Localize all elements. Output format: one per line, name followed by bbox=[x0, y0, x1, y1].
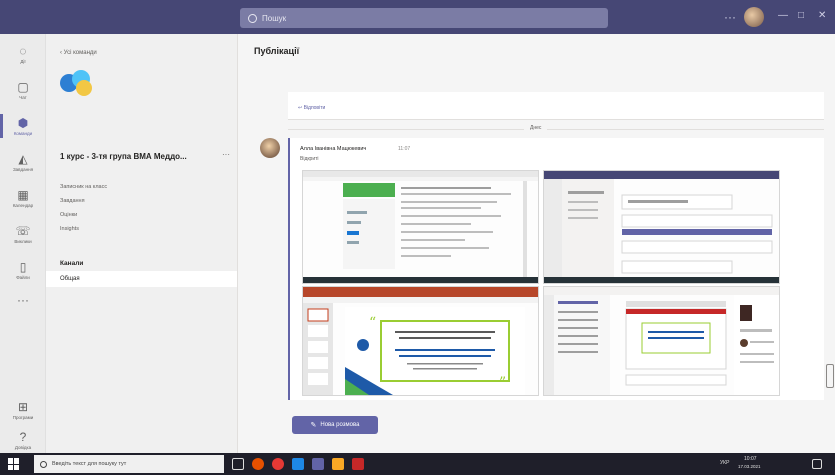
team-more-icon[interactable]: ··· bbox=[222, 150, 230, 159]
bell-icon: ◌ bbox=[19, 43, 27, 58]
scrollbar[interactable] bbox=[826, 364, 834, 388]
channel-label: Общая bbox=[60, 276, 80, 282]
screenshot-teams-preview bbox=[543, 286, 780, 396]
rail-label: Виклики bbox=[14, 238, 32, 244]
post-subtitle: Відкриті bbox=[300, 156, 319, 162]
notifications-icon[interactable] bbox=[812, 459, 822, 469]
screenshot-teams-assignment bbox=[543, 170, 780, 284]
previous-post: ↩ Відповіти bbox=[288, 92, 824, 120]
minimize-button[interactable]: — bbox=[778, 10, 788, 21]
nav-link-notebook[interactable]: Записник на класс bbox=[60, 184, 107, 190]
nav-link-insights[interactable]: Insights bbox=[60, 226, 79, 232]
opera-icon[interactable] bbox=[272, 458, 284, 470]
more-apps-icon: ··· bbox=[17, 293, 29, 307]
pencil-icon: ✎ bbox=[310, 422, 317, 429]
channel-item-general[interactable]: Общая bbox=[46, 271, 237, 287]
title-bar: Пошук ··· — □ ✕ bbox=[0, 0, 835, 34]
user-avatar[interactable] bbox=[744, 7, 764, 27]
screenshot-web-page bbox=[302, 170, 539, 284]
team-name[interactable]: 1 курс - 3-тя група ВМА Меддо... bbox=[60, 152, 230, 161]
post-time: 11:07 bbox=[398, 146, 411, 152]
tray-time[interactable]: 10:07 bbox=[744, 456, 757, 462]
svg-text:”: ” bbox=[499, 375, 506, 391]
windows-start-icon[interactable] bbox=[8, 458, 20, 470]
search-placeholder: Пошук bbox=[262, 13, 287, 23]
teams-taskbar-icon[interactable] bbox=[312, 458, 324, 470]
screenshot-collage[interactable]: “ ” bbox=[302, 170, 780, 396]
channels-header: Канали bbox=[60, 260, 84, 267]
tray-date[interactable]: 17.03.2021 bbox=[738, 464, 761, 469]
taskbar-search-placeholder: Введіть текст для пошуку тут bbox=[52, 461, 127, 467]
new-conversation-button[interactable]: ✎ Нова розмова bbox=[292, 416, 378, 434]
browser-icon[interactable] bbox=[252, 458, 264, 470]
team-logo bbox=[60, 70, 100, 98]
search-input[interactable]: Пошук bbox=[240, 8, 608, 28]
rail-item-more[interactable]: ··· bbox=[0, 282, 46, 318]
maximize-button[interactable]: □ bbox=[798, 10, 804, 21]
taskbar-search-input[interactable]: Введіть текст для пошуку тут bbox=[34, 455, 224, 473]
rail-item-activity[interactable]: ◌ Дії bbox=[0, 36, 46, 72]
assignments-icon: ◭ bbox=[18, 151, 28, 166]
apps-icon: ⊞ bbox=[17, 399, 29, 414]
calendar-icon: ▦ bbox=[17, 187, 29, 202]
back-to-teams-link[interactable]: ‹ Усі команди bbox=[60, 50, 97, 56]
rail-label: Файли bbox=[16, 274, 30, 280]
screenshot-presentation: “ ” bbox=[302, 286, 539, 396]
search-icon bbox=[248, 13, 257, 23]
rail-label: Календар bbox=[12, 202, 34, 208]
more-options-icon[interactable]: ··· bbox=[724, 10, 736, 24]
rail-item-teams[interactable]: ⬢ Команди bbox=[0, 108, 46, 144]
rail-label: Програми bbox=[12, 414, 34, 420]
search-icon bbox=[40, 460, 47, 468]
date-divider-label: Днес bbox=[524, 125, 548, 131]
phone-icon: ☏ bbox=[15, 223, 31, 238]
mail-icon[interactable] bbox=[292, 458, 304, 470]
powerpoint-icon[interactable] bbox=[352, 458, 364, 470]
nav-link-grades[interactable]: Оцінки bbox=[60, 212, 77, 218]
files-icon: ▯ bbox=[19, 259, 27, 274]
rail-item-chat[interactable]: ▢ Чат bbox=[0, 72, 46, 108]
main-pane: Публікації ↩ Відповіти Днес Алла Іванівн… bbox=[238, 34, 835, 453]
task-view-icon[interactable] bbox=[232, 458, 244, 470]
page-title: Публікації bbox=[254, 46, 300, 56]
rail-label: Дії bbox=[20, 58, 26, 64]
post-card: Алла Іванівна Мацюкевич 11:07 Відкриті “… bbox=[288, 138, 824, 400]
rail-item-calendar[interactable]: ▦ Календар bbox=[0, 180, 46, 216]
rail-label: Чат bbox=[19, 94, 27, 100]
teams-icon: ⬢ bbox=[17, 115, 29, 130]
nav-link-assignments[interactable]: Завдання bbox=[60, 198, 85, 204]
svg-text:“: “ bbox=[369, 315, 376, 331]
new-conversation-label: Нова розмова bbox=[320, 422, 360, 428]
os-taskbar: Введіть текст для пошуку тут УКР 10:07 1… bbox=[0, 453, 835, 475]
chat-icon: ▢ bbox=[17, 79, 29, 94]
rail-item-assignments[interactable]: ◭ Завдання bbox=[0, 144, 46, 180]
help-icon: ? bbox=[19, 429, 27, 444]
author-avatar[interactable] bbox=[260, 138, 280, 158]
rail-item-calls[interactable]: ☏ Виклики bbox=[0, 216, 46, 252]
rail-label: Команди bbox=[13, 130, 33, 136]
rail-label: Завдання bbox=[12, 166, 34, 172]
date-divider: Днес bbox=[288, 125, 824, 131]
close-button[interactable]: ✕ bbox=[818, 10, 826, 21]
tray-language[interactable]: УКР bbox=[720, 460, 729, 466]
app-rail: ◌ Дії ▢ Чат ⬢ Команди ◭ Завдання ▦ Кален… bbox=[0, 34, 46, 453]
team-panel: ‹ Усі команди 1 курс - 3-тя група ВМА Ме… bbox=[46, 34, 238, 453]
rail-label: Довідка bbox=[14, 444, 32, 450]
file-explorer-icon[interactable] bbox=[332, 458, 344, 470]
post-author[interactable]: Алла Іванівна Мацюкевич bbox=[300, 146, 366, 152]
reply-link[interactable]: ↩ Відповіти bbox=[298, 105, 325, 111]
